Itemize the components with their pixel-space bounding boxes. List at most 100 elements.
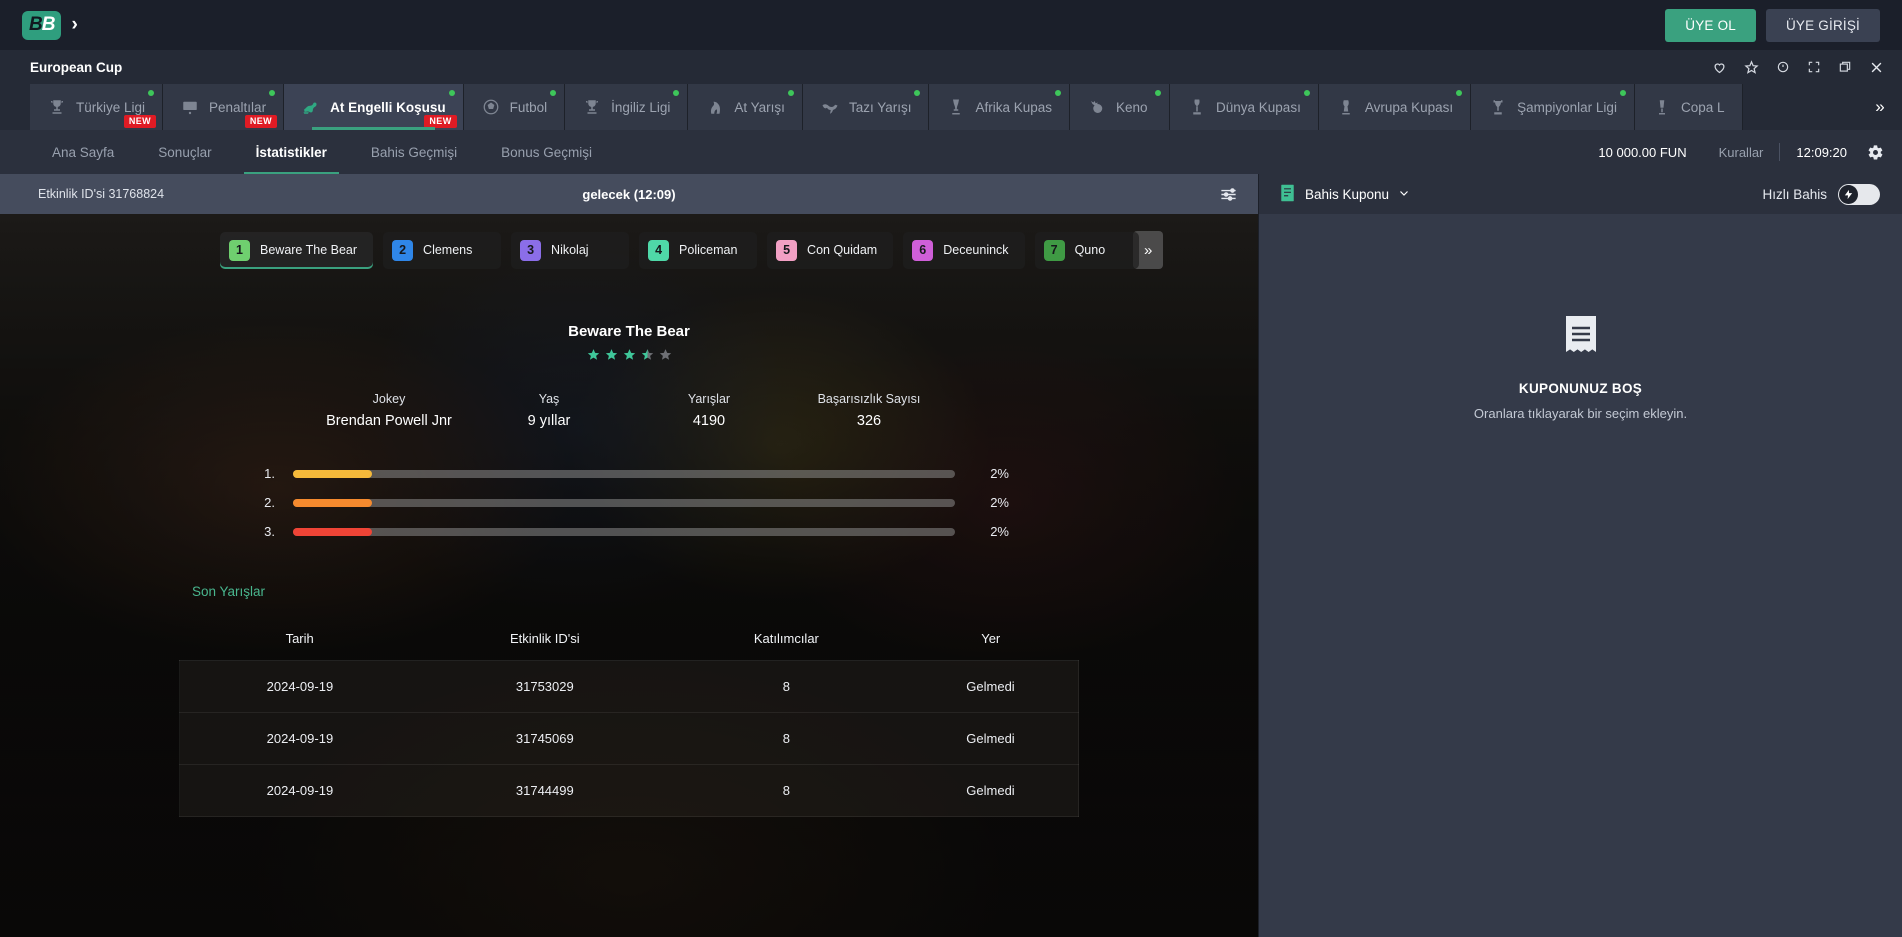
sport-tab-i-ngiliz-ligi[interactable]: İngiliz Ligi xyxy=(565,84,689,130)
horse-detail: Beware The Bear Jokey Brendan Powell Jnr Y… xyxy=(0,269,1258,546)
sport-tab-afrika-kupas[interactable]: Afrika Kupas xyxy=(929,84,1071,130)
window-controls xyxy=(1712,59,1884,75)
horse-stat: Yaş 9 yıllar xyxy=(469,392,629,429)
top-bar: BB › ÜYE OL ÜYE GİRİŞİ xyxy=(0,0,1902,50)
horse-stat-value: 4190 xyxy=(692,413,726,429)
live-dot-icon xyxy=(269,90,276,96)
live-dot-icon xyxy=(1303,90,1310,96)
live-dot-icon xyxy=(673,90,680,96)
table-row[interactable]: 2024-09-19 31753029 8 Gelmedi xyxy=(178,660,1079,713)
sub-nav-item-label: Ana Sayfa xyxy=(52,144,115,160)
clock-icon[interactable] xyxy=(1776,60,1790,74)
placement-rank: 3. xyxy=(264,524,275,539)
close-icon[interactable] xyxy=(1869,60,1884,75)
sport-tab-label: At Engelli Koşusu xyxy=(330,99,446,115)
balance-amount: 10 000.00 FUN xyxy=(1598,144,1687,160)
window-bar: European Cup xyxy=(0,50,1902,84)
placement-bar-fill xyxy=(293,527,373,536)
sport-tab-taz-yar[interactable]: Tazı Yarışı xyxy=(802,84,930,130)
sub-nav-item-ana-sayfa[interactable]: Ana Sayfa xyxy=(30,130,136,174)
table-cell: Gelmedi xyxy=(902,712,1079,765)
rules-link[interactable]: Kurallar xyxy=(1703,145,1780,160)
horse-stat: Jokey Brendan Powell Jnr xyxy=(309,392,469,429)
placement-bar-track xyxy=(293,527,955,536)
sport-tab-label: At Yarışı xyxy=(734,99,785,115)
sport-tab-penalt-lar[interactable]: Penaltılar NEW xyxy=(163,84,285,130)
race-stage: 1 Beware The Bear 2 Clemens 3 Nikolaj 4 Policem… xyxy=(0,214,1258,937)
runner-chips: 1 Beware The Bear 2 Clemens 3 Nikolaj 4 Policem… xyxy=(0,214,1258,269)
table-cell: 2024-09-19 xyxy=(178,712,420,765)
sport-tab-d-nya-kupas[interactable]: Dünya Kupası xyxy=(1170,84,1319,130)
gear-icon[interactable] xyxy=(1863,144,1884,161)
runner-name: Con Quidam xyxy=(807,243,878,257)
runner-number: 3 xyxy=(520,239,542,261)
sub-nav-item-i-statistikler[interactable]: İstatistikler xyxy=(234,130,349,174)
sport-tab-at-yar[interactable]: At Yarışı xyxy=(688,84,803,130)
sub-nav-item-bahis-ge-mi-i[interactable]: Bahis Geçmişi xyxy=(349,130,479,174)
fastbet-toggle[interactable] xyxy=(1838,183,1880,205)
empty-receipt-icon xyxy=(1564,314,1598,359)
star-icon[interactable] xyxy=(1744,59,1759,75)
horse-stat: Başarısızlık Sayısı 326 xyxy=(789,392,949,429)
table-row[interactable]: 2024-09-19 31745069 8 Gelmedi xyxy=(178,712,1079,765)
live-dot-icon xyxy=(1619,90,1626,96)
runner-chip[interactable]: 4 Policeman xyxy=(639,231,758,269)
world-cup-icon xyxy=(1187,97,1207,117)
login-button[interactable]: ÜYE GİRİŞİ xyxy=(1765,8,1880,42)
placement-percent: 2% xyxy=(990,495,1009,510)
sport-tab-futbol[interactable]: Futbol xyxy=(463,84,566,130)
table-header-row: Tarih Etkinlik ID'si Katılımcılar Yer xyxy=(180,623,1079,661)
runner-chip[interactable]: 1 Beware The Bear xyxy=(220,231,374,269)
runner-number: 6 xyxy=(912,239,934,261)
live-dot-icon xyxy=(448,90,455,96)
table-column-header: Yer xyxy=(981,631,1001,646)
runner-name: Nikolaj xyxy=(551,243,589,257)
copa-icon xyxy=(1652,97,1672,117)
trophy-icon xyxy=(582,97,602,117)
sport-tab-at-engelli-ko-usu[interactable]: At Engelli Koşusu NEW xyxy=(284,84,464,130)
sport-tab-label: Keno xyxy=(1116,99,1148,115)
table-cell: 8 xyxy=(669,764,903,817)
runner-chip[interactable]: 7 Quno xyxy=(1034,231,1140,269)
horse-stat-label: Yarışlar xyxy=(687,392,731,406)
sport-tab-label: Copa L xyxy=(1680,99,1725,115)
live-dot-icon xyxy=(1456,90,1463,96)
sport-tab-label: Türkiye Ligi xyxy=(76,99,146,115)
event-id-label: Etkinlik ID'si 31768824 xyxy=(38,187,165,201)
placement-rank: 2. xyxy=(264,495,275,510)
brand-logo[interactable]: BB › xyxy=(22,10,78,40)
runner-name: Quno xyxy=(1074,243,1106,257)
runner-number: 2 xyxy=(392,239,414,261)
sport-tab-label: Penaltılar xyxy=(209,99,267,115)
sport-tabs-more-icon[interactable]: » xyxy=(1858,84,1902,130)
filter-icon[interactable] xyxy=(1219,185,1238,204)
sport-tab-ampiyonlar-ligi[interactable]: Şampiyonlar Ligi xyxy=(1471,84,1635,130)
sport-tab-t-rkiye-ligi[interactable]: Türkiye Ligi NEW xyxy=(30,84,164,130)
table-cell: 2024-09-19 xyxy=(178,660,420,713)
sport-tab-copa-l[interactable]: Copa L xyxy=(1634,84,1743,130)
heart-icon[interactable] xyxy=(1712,60,1727,75)
runner-chip[interactable]: 3 Nikolaj xyxy=(511,231,630,269)
popout-icon[interactable] xyxy=(1838,60,1852,74)
sub-nav-item-bonus-ge-mi-i[interactable]: Bonus Geçmişi xyxy=(479,130,614,174)
chevron-down-icon xyxy=(1398,187,1410,202)
runner-chip[interactable]: 5 Con Quidam xyxy=(767,231,894,269)
fullscreen-icon[interactable] xyxy=(1807,60,1821,74)
signup-button[interactable]: ÜYE OL xyxy=(1665,8,1756,42)
main-area: Etkinlik ID'si 31768824 gelecek (12:09) … xyxy=(0,174,1902,937)
sub-nav-item-sonu-lar[interactable]: Sonuçlar xyxy=(136,130,233,174)
runner-number: 4 xyxy=(648,239,670,261)
sub-nav-item-label: İstatistikler xyxy=(255,144,327,160)
table-cell: 8 xyxy=(669,660,903,713)
runner-chip[interactable]: 2 Clemens xyxy=(383,231,502,269)
sport-tab-label: Futbol xyxy=(509,99,548,115)
table-row[interactable]: 2024-09-19 31744499 8 Gelmedi xyxy=(178,764,1079,817)
runner-chip[interactable]: 6 Deceuninck xyxy=(903,231,1025,269)
sport-tab-label: İngiliz Ligi xyxy=(611,99,671,115)
betslip-title-button[interactable]: Bahis Kuponu xyxy=(1279,184,1410,205)
trophy-icon xyxy=(47,97,67,117)
sport-tab-avrupa-kupas[interactable]: Avrupa Kupası xyxy=(1318,84,1472,130)
betslip-header: Bahis Kuponu Hızlı Bahis xyxy=(1259,174,1902,214)
recent-races-table: Tarih Etkinlik ID'si Katılımcılar Yer 2024-… xyxy=(178,623,1079,817)
sport-tab-keno[interactable]: Keno xyxy=(1070,84,1171,130)
